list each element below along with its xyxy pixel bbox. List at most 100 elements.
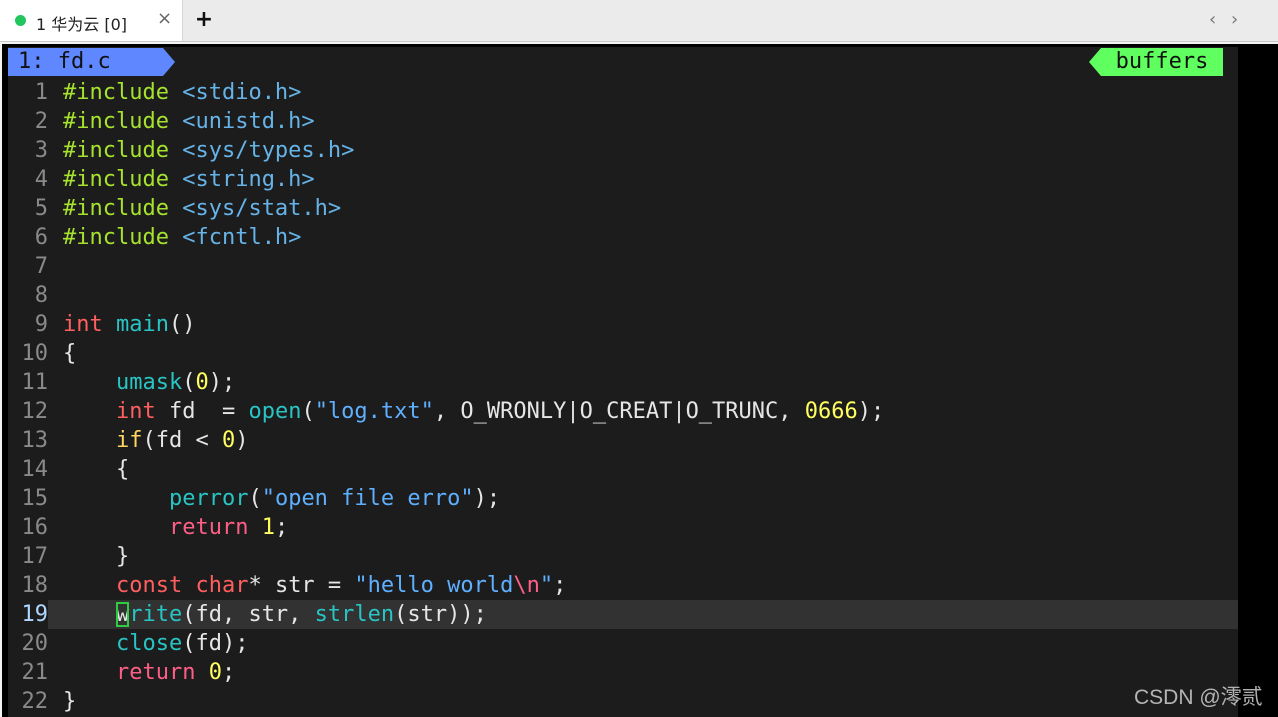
connected-status-icon xyxy=(15,15,26,26)
line-number: 22 xyxy=(21,689,49,714)
code-line[interactable]: 10 { xyxy=(8,339,1238,368)
code-line[interactable]: 5 #include <sys/stat.h> xyxy=(8,194,1238,223)
code-token: <sys/types.h> xyxy=(182,138,355,163)
line-text: { xyxy=(63,455,129,484)
chevron-right-icon[interactable]: › xyxy=(1231,8,1238,32)
line-number: 4 xyxy=(34,167,48,192)
code-token: perror xyxy=(168,486,249,511)
line-number: 18 xyxy=(21,573,49,598)
code-token: rite xyxy=(129,602,183,627)
buffers-label: buffers xyxy=(1101,48,1223,76)
line-text: if(fd < 0) xyxy=(63,426,248,455)
line-text: umask(0); xyxy=(63,368,235,397)
code-token: ( xyxy=(248,486,262,511)
line-number: 6 xyxy=(34,225,48,250)
code-line[interactable]: 16 return 1; xyxy=(8,513,1238,542)
line-number: 5 xyxy=(34,196,48,221)
code-token: \n xyxy=(513,573,540,598)
line-text: int main() xyxy=(63,310,195,339)
code-token: if xyxy=(115,428,143,453)
code-line[interactable]: 13 if(fd < 0) xyxy=(8,426,1238,455)
code-token: } xyxy=(63,689,77,714)
code-token: #include xyxy=(63,80,183,105)
code-line[interactable]: 2 #include <unistd.h> xyxy=(8,107,1238,136)
code-token: open xyxy=(248,399,302,424)
code-token: 0666 xyxy=(804,399,858,424)
code-token: <stdio.h> xyxy=(182,80,302,105)
code-token: ); xyxy=(208,370,236,395)
code-token: (fd, str, xyxy=(182,602,315,627)
line-number: 13 xyxy=(21,428,49,453)
code-token: #include xyxy=(63,138,183,163)
line-number: 9 xyxy=(34,312,48,337)
code-token: #include xyxy=(63,196,183,221)
code-line[interactable]: 6 #include <fcntl.h> xyxy=(8,223,1238,252)
code-token: char xyxy=(195,573,249,598)
line-number: 2 xyxy=(34,109,48,134)
code-line[interactable]: 12 int fd = open("log.txt", O_WRONLY|O_C… xyxy=(8,397,1238,426)
new-tab-button[interactable]: + xyxy=(193,6,215,34)
line-text: } xyxy=(63,687,76,716)
code-line[interactable]: 22} xyxy=(8,687,1238,716)
code-token: 0 xyxy=(195,370,209,395)
code-token: close xyxy=(115,631,183,656)
code-line[interactable]: 1 #include <stdio.h> xyxy=(8,78,1238,107)
line-number: 15 xyxy=(21,486,49,511)
code-token: "hello world xyxy=(354,573,514,598)
terminal-scrollbar[interactable] xyxy=(1238,47,1252,717)
line-text: #include <string.h> xyxy=(63,165,315,194)
vim-editor[interactable]: 1: fd.c buffers 1 #include <stdio.h> 2 #inc… xyxy=(8,47,1238,717)
code-token: int xyxy=(63,312,103,337)
code-line[interactable]: 19 write(fd, str, strlen(str)); xyxy=(8,600,1238,629)
code-line[interactable]: 15 perror("open file erro"); xyxy=(8,484,1238,513)
code-token: } xyxy=(63,544,130,569)
session-tab[interactable]: 1 华为云 [0] × xyxy=(0,0,183,41)
close-icon[interactable]: × xyxy=(157,9,172,29)
line-text: { xyxy=(63,339,76,368)
code-line[interactable]: 9 int main() xyxy=(8,310,1238,339)
code-token: ( xyxy=(301,399,315,424)
line-number: 16 xyxy=(21,515,49,540)
code-token: umask xyxy=(115,370,183,395)
code-line[interactable]: 7 xyxy=(8,252,1238,281)
code-token: strlen xyxy=(314,602,395,627)
line-text: perror("open file erro"); xyxy=(63,484,500,513)
code-line[interactable]: 20 close(fd); xyxy=(8,629,1238,658)
terminal-pane[interactable]: 1: fd.c buffers 1 #include <stdio.h> 2 #inc… xyxy=(2,44,1278,717)
code-token: #include xyxy=(63,109,183,134)
code-area[interactable]: 1 #include <stdio.h> 2 #include <unistd.h> 3… xyxy=(8,78,1238,716)
code-token: , O_WRONLY|O_CREAT|O_TRUNC, xyxy=(433,399,805,424)
code-line[interactable]: 11 umask(0); xyxy=(8,368,1238,397)
code-line[interactable]: 14 { xyxy=(8,455,1238,484)
code-token: 0 xyxy=(221,428,236,453)
code-line[interactable]: 8 xyxy=(8,281,1238,310)
vim-tabline: 1: fd.c buffers xyxy=(8,48,1238,76)
code-line[interactable]: 18 const char* str = "hello world\n"; xyxy=(8,571,1238,600)
code-line[interactable]: 3 #include <sys/types.h> xyxy=(8,136,1238,165)
code-token: ); xyxy=(473,486,501,511)
code-token: <fcntl.h> xyxy=(182,225,302,250)
code-line[interactable]: 17 } xyxy=(8,542,1238,571)
code-line[interactable]: 21 return 0; xyxy=(8,658,1238,687)
code-token: <sys/stat.h> xyxy=(182,196,342,221)
buffer-tab-arrow xyxy=(163,48,175,76)
code-token: ) xyxy=(235,428,249,453)
line-number: 12 xyxy=(21,399,49,424)
text-cursor: w xyxy=(115,602,130,627)
code-token: ; xyxy=(553,573,567,598)
line-number: 10 xyxy=(21,341,49,366)
code-token: (fd < xyxy=(142,428,222,453)
line-number: 19 xyxy=(8,600,48,629)
line-text: return 0; xyxy=(63,658,235,687)
code-token: (fd); xyxy=(182,631,249,656)
active-buffer-tab[interactable]: 1: fd.c xyxy=(8,48,163,76)
chevron-left-icon[interactable]: ‹ xyxy=(1209,8,1216,32)
code-line[interactable]: 4 #include <string.h> xyxy=(8,165,1238,194)
